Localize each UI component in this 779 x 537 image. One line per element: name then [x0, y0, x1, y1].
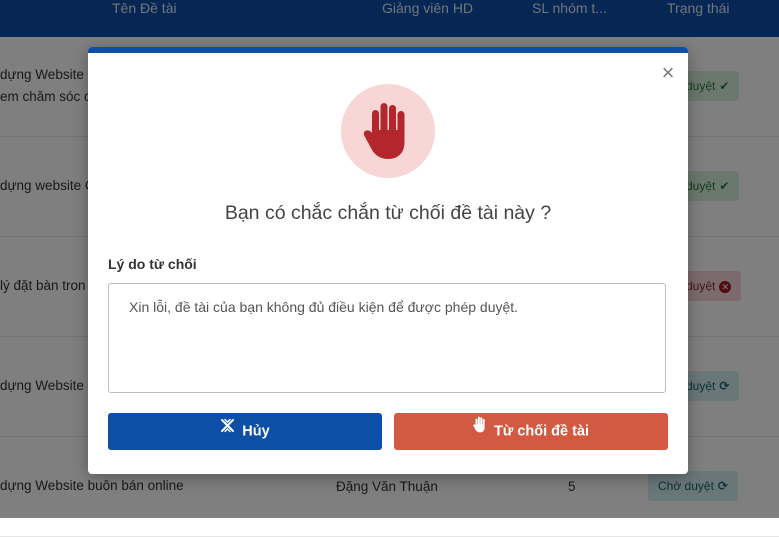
stop-hand-icon — [341, 84, 435, 178]
cancel-button-label: Hủy — [242, 423, 270, 440]
close-icon[interactable]: × — [658, 62, 678, 84]
reject-topic-button[interactable]: Từ chối đề tài — [394, 413, 668, 450]
hand-icon — [473, 411, 487, 448]
dialog-accent-bar — [88, 47, 688, 53]
reject-topic-dialog: × Bạn có chắc chắn từ chối đề tài này ? … — [88, 47, 688, 474]
reason-label: Lý do từ chối — [108, 256, 197, 272]
cancel-button[interactable]: Hủy — [108, 413, 382, 450]
cancel-x-icon — [220, 411, 235, 448]
reject-button-label: Từ chối đề tài — [493, 423, 590, 440]
reason-textarea[interactable]: Xin lỗi, đề tài của bạn không đủ điều ki… — [108, 283, 666, 393]
confirm-question: Bạn có chắc chắn từ chối đề tài này ? — [224, 202, 552, 224]
